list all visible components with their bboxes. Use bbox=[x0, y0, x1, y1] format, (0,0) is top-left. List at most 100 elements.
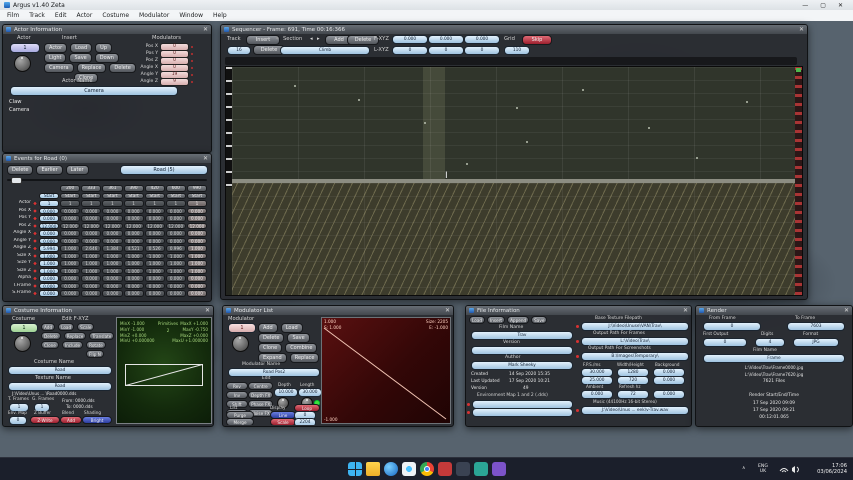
edge-icon[interactable] bbox=[384, 462, 398, 476]
texture-name-field[interactable]: Road bbox=[8, 382, 112, 391]
event-cell[interactable]: 0.000 bbox=[102, 238, 122, 245]
fxyz-y-field[interactable]: 0.000 bbox=[428, 35, 464, 44]
close-icon[interactable]: ✕ bbox=[445, 306, 450, 315]
event-cell[interactable]: 0.000 bbox=[60, 275, 80, 282]
event-cell[interactable]: 1.000 bbox=[102, 253, 122, 260]
event-cell[interactable]: 0.000 bbox=[39, 238, 59, 245]
event-cell[interactable]: 0.000 bbox=[102, 208, 122, 215]
modulator-button-combine[interactable]: Combine bbox=[285, 343, 317, 353]
close-icon[interactable]: ✕ bbox=[203, 154, 208, 163]
events-button-earlier[interactable]: Earlier bbox=[36, 165, 62, 175]
event-cell[interactable]: 0.000 bbox=[124, 208, 144, 215]
bg-b-field[interactable]: 0.000 bbox=[653, 390, 685, 399]
section-prev-icon[interactable]: ◂ bbox=[310, 36, 313, 42]
event-cell[interactable]: 2.646 bbox=[81, 245, 101, 252]
costume-button-delete[interactable]: Delete bbox=[41, 332, 61, 340]
event-cell[interactable]: 1.000 bbox=[102, 268, 122, 275]
first-output-field[interactable]: 0 bbox=[703, 338, 747, 347]
event-start-button[interactable]: Start bbox=[81, 193, 101, 200]
event-cell[interactable]: 1.000 bbox=[124, 268, 144, 275]
event-cell[interactable]: 0.000 bbox=[145, 283, 165, 290]
menu-item-help[interactable]: Help bbox=[213, 12, 227, 19]
event-cell[interactable]: 0.000 bbox=[166, 290, 186, 297]
file-button-insert[interactable]: Insert bbox=[487, 316, 505, 324]
lxyz-y-field[interactable]: 0 bbox=[428, 46, 464, 55]
event-frame-header[interactable]: 600 bbox=[166, 185, 186, 192]
event-start-button[interactable]: Start bbox=[102, 193, 122, 200]
modulator-value-field[interactable]: 9 bbox=[160, 78, 189, 86]
author-field[interactable]: Mark Sheeky bbox=[471, 361, 573, 370]
actor-name-field[interactable]: Camera bbox=[10, 86, 178, 96]
timeline-canvas[interactable]: I bbox=[225, 66, 803, 296]
panel-titlebar[interactable]: Render ✕ bbox=[696, 306, 852, 315]
event-cell[interactable]: 0.000 bbox=[81, 238, 101, 245]
edit-fx-button-depth-fx[interactable]: Depth FX bbox=[248, 391, 273, 399]
event-cell[interactable]: 0.000 bbox=[166, 208, 186, 215]
modulator-button-clone[interactable]: Clone bbox=[258, 343, 282, 353]
event-cell[interactable]: 1.000 bbox=[60, 260, 80, 267]
app-purple-icon[interactable] bbox=[492, 462, 506, 476]
format-field[interactable]: JPG bbox=[793, 338, 839, 347]
event-cell[interactable]: 0.000 bbox=[124, 230, 144, 237]
close-icon[interactable]: ✕ bbox=[844, 306, 849, 315]
event-cell[interactable]: 0.000 bbox=[166, 215, 186, 222]
event-cell[interactable]: 1.000 bbox=[60, 253, 80, 260]
event-cell[interactable]: 0.000 bbox=[60, 283, 80, 290]
actor-button-load[interactable]: Load bbox=[70, 43, 92, 53]
file-button-save[interactable]: Save bbox=[531, 316, 547, 324]
event-cell[interactable]: 0.000 bbox=[39, 208, 59, 215]
costume-button-include[interactable]: Include bbox=[62, 341, 83, 349]
event-cell[interactable]: 1 bbox=[39, 200, 59, 207]
event-start-button[interactable]: Start bbox=[145, 193, 165, 200]
events-button-delete[interactable]: Delete bbox=[7, 165, 33, 175]
tray-status-icons[interactable] bbox=[778, 463, 802, 475]
event-cell[interactable]: 0.000 bbox=[81, 275, 101, 282]
edit-fx-button-centre[interactable]: Centre bbox=[248, 382, 273, 390]
panel-titlebar[interactable]: Costume Information ✕ bbox=[3, 306, 213, 315]
env-map-field[interactable]: 0 bbox=[9, 416, 27, 425]
event-cell[interactable]: 12.000 bbox=[39, 223, 59, 230]
event-cell[interactable]: 0.000 bbox=[102, 230, 122, 237]
menu-item-window[interactable]: Window bbox=[179, 12, 203, 19]
event-cell[interactable]: 1.000 bbox=[166, 268, 186, 275]
timeline-upper-region[interactable] bbox=[232, 67, 795, 179]
costume-knob[interactable] bbox=[14, 335, 31, 352]
event-cell[interactable]: 12.000 bbox=[187, 223, 207, 230]
event-cell[interactable]: 0.526 bbox=[145, 245, 165, 252]
event-cell[interactable]: 0.000 bbox=[60, 230, 80, 237]
costume-button-replace[interactable]: Replace bbox=[64, 332, 87, 340]
shading-bright-button[interactable]: Bright bbox=[82, 416, 112, 424]
modulator-button-load[interactable]: Load bbox=[281, 323, 303, 333]
event-cell[interactable]: 1.000 bbox=[39, 253, 59, 260]
grid-size-field[interactable]: 110 bbox=[504, 46, 530, 55]
scale-value-field[interactable]: 2204 bbox=[294, 418, 316, 425]
app-teal-icon[interactable] bbox=[474, 462, 488, 476]
event-cell[interactable]: 1 bbox=[187, 200, 207, 207]
event-cell[interactable]: 0.000 bbox=[124, 215, 144, 222]
fxyz-x-field[interactable]: 0.000 bbox=[392, 35, 428, 44]
event-cell[interactable]: 0.000 bbox=[124, 238, 144, 245]
edit-button-inv[interactable]: Inv bbox=[226, 391, 248, 399]
minimize-icon[interactable]: — bbox=[802, 2, 808, 9]
actor-button-up[interactable]: Up bbox=[95, 43, 112, 53]
event-cell[interactable]: 0.000 bbox=[166, 238, 186, 245]
modulator-knob[interactable] bbox=[232, 335, 249, 352]
event-cell[interactable]: 1.000 bbox=[60, 245, 80, 252]
scale-button[interactable]: Scale bbox=[270, 418, 296, 425]
event-cell[interactable]: 1.000 bbox=[166, 260, 186, 267]
event-cell[interactable]: 1.000 bbox=[124, 253, 144, 260]
close-icon[interactable]: ✕ bbox=[838, 2, 843, 9]
event-cell[interactable]: 1 bbox=[81, 200, 101, 207]
event-cell[interactable]: 4.521 bbox=[124, 245, 144, 252]
event-cell[interactable]: 0.000 bbox=[39, 275, 59, 282]
modulator-name-field[interactable]: Road Pos2 bbox=[228, 368, 320, 377]
modulator-button-replace[interactable]: Replace bbox=[290, 353, 320, 363]
costume-number-field[interactable]: 1 bbox=[10, 323, 38, 333]
modulator-button-delete[interactable]: Delete bbox=[258, 333, 284, 343]
costume-button-scale[interactable]: Scale bbox=[77, 323, 94, 331]
chrome-icon[interactable] bbox=[420, 462, 434, 476]
track-number-field[interactable]: 16 bbox=[227, 46, 251, 55]
events-scroll-thumb[interactable] bbox=[11, 177, 22, 184]
event-cell[interactable]: 0.000 bbox=[145, 275, 165, 282]
event-cell[interactable]: 5.994 bbox=[39, 245, 59, 252]
